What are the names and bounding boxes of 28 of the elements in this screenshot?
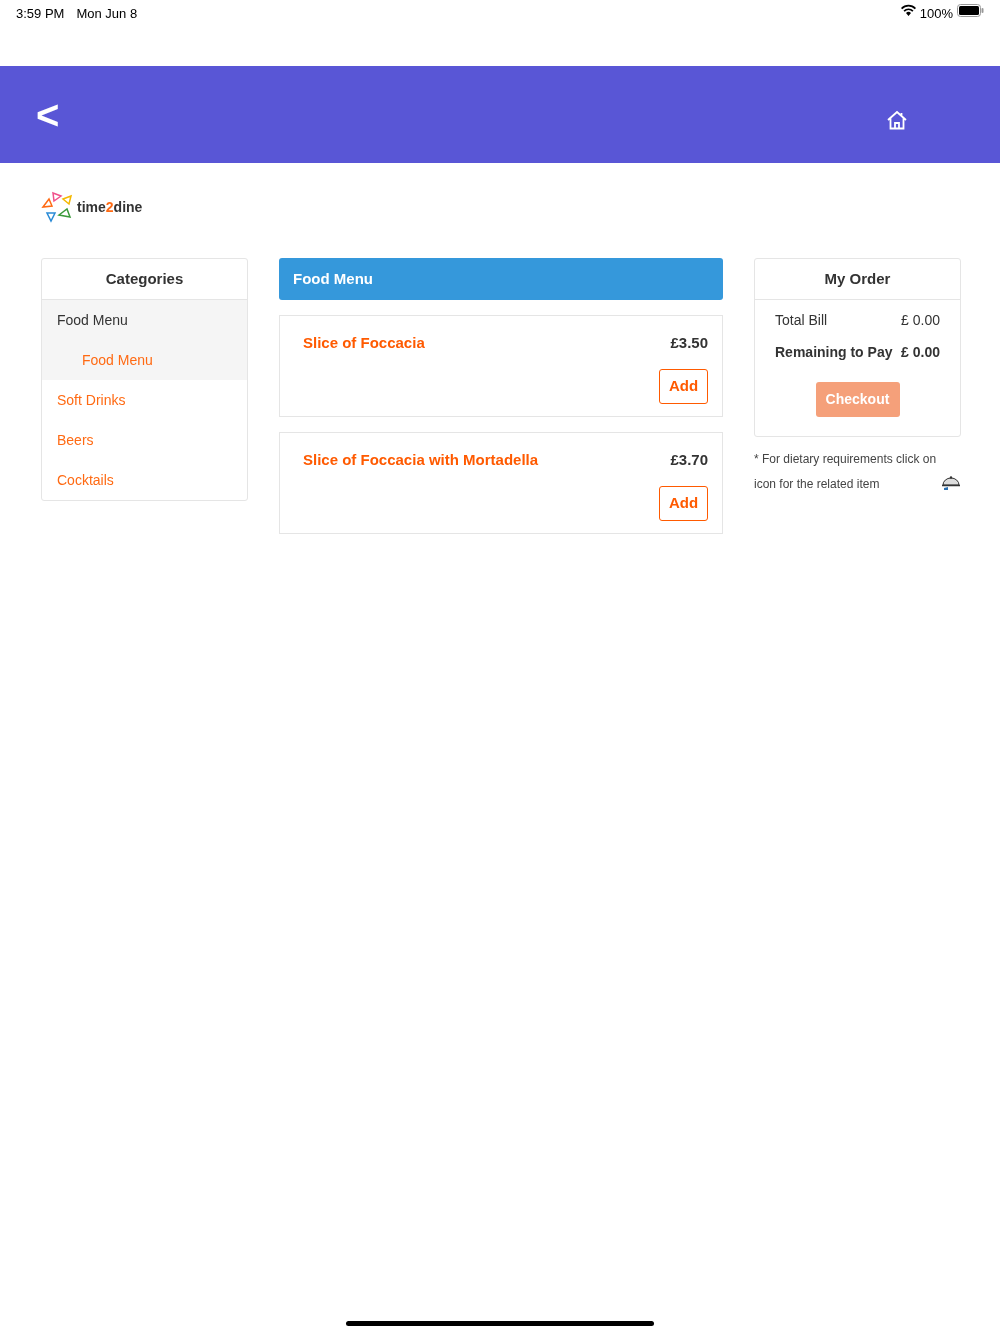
order-label: Remaining to Pay — [775, 343, 893, 362]
battery-percent: 100% — [919, 5, 953, 23]
cloche-icon — [941, 475, 961, 491]
item-name: Slice of Foccacia — [303, 333, 425, 353]
item-name: Slice of Foccacia with Mortadella — [303, 450, 539, 470]
order-title: My Order — [755, 259, 960, 300]
dietary-note: * For dietary requirements click on icon for the related item — [754, 451, 938, 493]
home-icon[interactable] — [886, 109, 908, 130]
wifi-icon — [900, 4, 916, 16]
category-item[interactable]: Food Menu — [42, 300, 247, 340]
category-item[interactable]: Beers — [42, 420, 247, 460]
order-amount: £ 0.00 — [901, 343, 940, 362]
add-button[interactable]: Add — [659, 485, 708, 521]
category-item[interactable]: Cocktails — [42, 460, 247, 500]
subcategory-item[interactable]: Food Menu — [42, 340, 247, 380]
status-time: 3:59 PM — [16, 5, 65, 20]
logo-icon — [41, 191, 73, 224]
category-item[interactable]: Soft Drinks — [42, 380, 247, 420]
item-price: £3.50 — [670, 333, 708, 353]
order-label: Total Bill — [775, 311, 828, 330]
status-date: Mon Jun 8 — [76, 5, 138, 20]
back-button[interactable]: < — [36, 94, 60, 135]
menu-header: Food Menu — [279, 258, 723, 300]
battery-icon — [957, 4, 984, 17]
add-button[interactable]: Add — [659, 368, 708, 404]
item-price: £3.70 — [670, 450, 708, 470]
order-amount: £ 0.00 — [901, 311, 940, 330]
logo-text: time2dine — [77, 198, 143, 217]
